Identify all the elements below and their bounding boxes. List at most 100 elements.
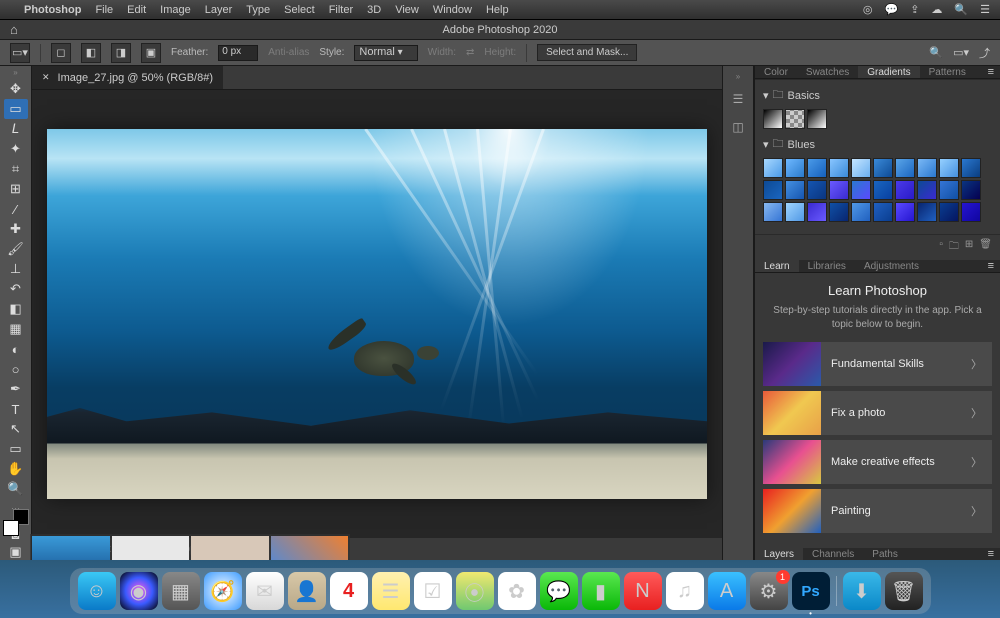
- save-preset-icon[interactable]: ▫: [939, 239, 943, 256]
- menu-type[interactable]: Type: [246, 4, 270, 16]
- gradient-swatch[interactable]: [895, 158, 915, 178]
- foreground-color-swatch[interactable]: [3, 520, 19, 536]
- dock-mail[interactable]: ✉: [246, 572, 284, 610]
- gradient-swatch[interactable]: [939, 158, 959, 178]
- gradient-swatch[interactable]: [807, 202, 827, 222]
- menu-image[interactable]: Image: [160, 4, 191, 16]
- search-icon[interactable]: 🔍: [954, 3, 968, 16]
- tool-gradient[interactable]: ▦: [4, 319, 28, 339]
- tab-color[interactable]: Color: [755, 66, 797, 78]
- learn-item[interactable]: Make creative effects〉: [763, 440, 992, 484]
- menu-window[interactable]: Window: [433, 4, 472, 16]
- gradient-swatch[interactable]: [851, 180, 871, 200]
- menu-3d[interactable]: 3D: [367, 4, 381, 16]
- tool-move[interactable]: ✥: [4, 79, 28, 99]
- learn-item[interactable]: Fix a photo〉: [763, 391, 992, 435]
- delete-icon[interactable]: 🗑: [979, 239, 992, 256]
- gradient-swatch[interactable]: [851, 158, 871, 178]
- gradient-swatch[interactable]: [917, 202, 937, 222]
- sync-icon[interactable]: ⇪: [910, 3, 919, 16]
- style-select[interactable]: Normal ▾: [354, 45, 417, 61]
- tool-crop[interactable]: ⌗: [4, 159, 28, 179]
- tool-healing[interactable]: ✚: [4, 219, 28, 239]
- panel-menu-icon[interactable]: ≡: [982, 548, 1000, 560]
- gradient-swatch[interactable]: [917, 180, 937, 200]
- panel-menu-icon[interactable]: ≡: [982, 260, 1000, 272]
- gradient-swatch[interactable]: [785, 202, 805, 222]
- tool-type[interactable]: T: [4, 399, 28, 419]
- gradient-swatch[interactable]: [807, 158, 827, 178]
- dock-settings[interactable]: ⚙1: [750, 572, 788, 610]
- tab-paths[interactable]: Paths: [863, 548, 907, 560]
- workspace-icon[interactable]: ▭▾: [953, 46, 969, 59]
- dock-reminders[interactable]: ☑: [414, 572, 452, 610]
- gradient-swatch[interactable]: [807, 109, 827, 129]
- canvas-viewport[interactable]: [32, 90, 722, 538]
- dock-photoshop[interactable]: Ps: [792, 572, 830, 610]
- home-button[interactable]: ⌂: [10, 22, 18, 37]
- menu-help[interactable]: Help: [486, 4, 509, 16]
- tool-preset-dropdown[interactable]: ▭▾: [10, 43, 30, 63]
- dock-downloads[interactable]: ⬇: [843, 572, 881, 610]
- history-panel-icon[interactable]: ☰: [728, 89, 748, 109]
- gradient-swatch[interactable]: [873, 202, 893, 222]
- menu-extras-icon[interactable]: ☰: [980, 3, 990, 16]
- gradient-swatch[interactable]: [785, 158, 805, 178]
- dock-notes[interactable]: ☰: [372, 572, 410, 610]
- document-tab[interactable]: ✕ Image_27.jpg @ 50% (RGB/8#): [32, 66, 223, 89]
- new-group-icon[interactable]: 🗀: [949, 239, 959, 256]
- cloud-icon[interactable]: ☁: [931, 3, 942, 16]
- dock-messages[interactable]: 💬: [540, 572, 578, 610]
- dock-finder[interactable]: ☺: [78, 572, 116, 610]
- dock-news[interactable]: N: [624, 572, 662, 610]
- gradient-swatch[interactable]: [873, 158, 893, 178]
- learn-item[interactable]: Fundamental Skills〉: [763, 342, 992, 386]
- gradient-swatch[interactable]: [939, 180, 959, 200]
- dock-photos[interactable]: ✿: [498, 572, 536, 610]
- dock-trash[interactable]: 🗑: [885, 572, 923, 610]
- menu-select[interactable]: Select: [284, 4, 315, 16]
- selection-subtract-icon[interactable]: ◨: [111, 43, 131, 63]
- tool-hand[interactable]: ✋: [4, 459, 28, 479]
- tool-eyedropper[interactable]: ⁄: [4, 199, 28, 219]
- gradient-group-header[interactable]: ▾🗀 Blues: [763, 135, 992, 154]
- gradient-swatch[interactable]: [807, 180, 827, 200]
- gradient-swatch[interactable]: [961, 180, 981, 200]
- dock-calendar[interactable]: 4: [330, 572, 368, 610]
- gradient-swatch[interactable]: [873, 180, 893, 200]
- tool-zoom[interactable]: 🔍: [4, 479, 28, 499]
- search-icon[interactable]: 🔍: [929, 46, 943, 59]
- menu-file[interactable]: File: [95, 4, 113, 16]
- menu-view[interactable]: View: [395, 4, 419, 16]
- tool-stamp[interactable]: ⊥: [4, 259, 28, 279]
- share-icon[interactable]: ⤴: [979, 45, 990, 61]
- tool-wand[interactable]: ✦: [4, 139, 28, 159]
- tool-pen[interactable]: ✒: [4, 379, 28, 399]
- app-menu[interactable]: Photoshop: [24, 4, 81, 16]
- gradient-swatch[interactable]: [785, 180, 805, 200]
- tab-channels[interactable]: Channels: [803, 548, 863, 560]
- tool-blur[interactable]: ◐: [4, 339, 28, 359]
- tab-patterns[interactable]: Patterns: [920, 66, 975, 78]
- feather-input[interactable]: 0 px: [218, 45, 258, 61]
- selection-intersect-icon[interactable]: ▣: [141, 43, 161, 63]
- menu-layer[interactable]: Layer: [205, 4, 233, 16]
- screenmode-icon[interactable]: ▣: [4, 544, 28, 560]
- tab-swatches[interactable]: Swatches: [797, 66, 858, 78]
- color-swatches[interactable]: [3, 520, 29, 525]
- gradient-swatch[interactable]: [939, 202, 959, 222]
- properties-panel-icon[interactable]: ◫: [728, 117, 748, 137]
- gradient-swatch[interactable]: [763, 202, 783, 222]
- gradient-swatch[interactable]: [763, 109, 783, 129]
- tool-dodge[interactable]: ○: [4, 359, 28, 379]
- close-icon[interactable]: ✕: [42, 72, 50, 83]
- gradient-swatch[interactable]: [829, 202, 849, 222]
- tool-frame[interactable]: ⊞: [4, 179, 28, 199]
- tool-shape[interactable]: ▭: [4, 439, 28, 459]
- tool-lasso[interactable]: 𝘓: [4, 119, 28, 139]
- dock-appstore[interactable]: A: [708, 572, 746, 610]
- dock-siri[interactable]: ◉: [120, 572, 158, 610]
- gradient-swatch[interactable]: [829, 180, 849, 200]
- gradient-swatch[interactable]: [917, 158, 937, 178]
- tab-gradients[interactable]: Gradients: [858, 66, 919, 78]
